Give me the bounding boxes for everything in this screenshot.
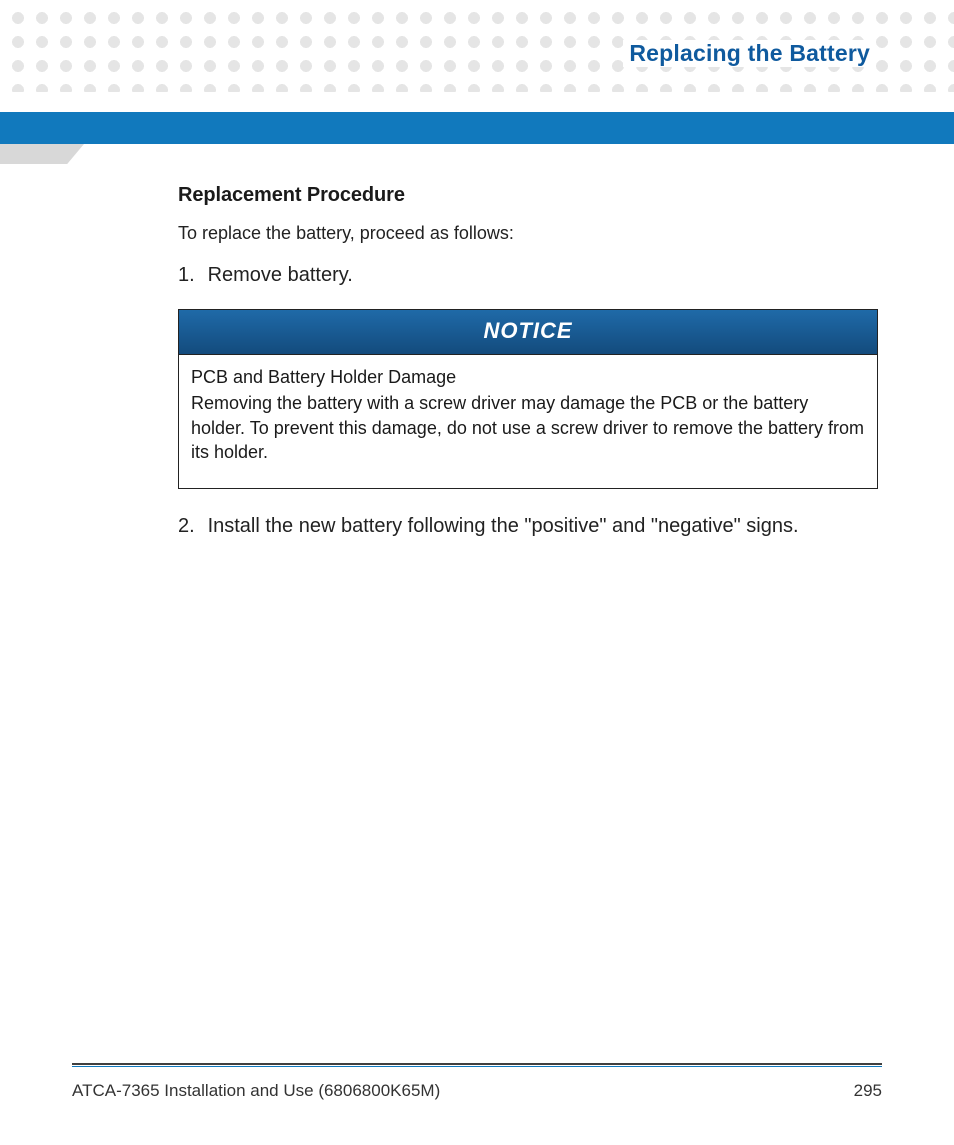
- header-grey-wedge: [0, 144, 84, 164]
- step-text: Remove battery.: [208, 264, 353, 286]
- footer-rule: [72, 1063, 882, 1065]
- section-title: Replacing the Battery: [623, 40, 876, 67]
- footer-rule-accent: [72, 1066, 882, 1067]
- notice-label: NOTICE: [179, 310, 877, 355]
- header-blue-bar: [0, 112, 954, 144]
- step-1: 1. Remove battery.: [178, 264, 878, 287]
- step-2: 2. Install the new battery following the…: [178, 515, 878, 538]
- notice-box: NOTICE PCB and Battery Holder Damage Rem…: [178, 309, 878, 489]
- step-number: 2.: [178, 515, 202, 538]
- page-content: Replacement Procedure To replace the bat…: [178, 184, 878, 560]
- page-footer: ATCA-7365 Installation and Use (6806800K…: [72, 1063, 882, 1101]
- document-page: Replacing the Battery Replacement Proced…: [0, 0, 954, 1145]
- notice-title: PCB and Battery Holder Damage: [191, 365, 865, 389]
- footer-page-number: 295: [854, 1081, 882, 1101]
- footer-doc-title: ATCA-7365 Installation and Use (6806800K…: [72, 1081, 440, 1101]
- subheading: Replacement Procedure: [178, 184, 878, 207]
- notice-text: Removing the battery with a screw driver…: [191, 393, 864, 462]
- intro-text: To replace the battery, proceed as follo…: [178, 223, 878, 244]
- step-number: 1.: [178, 264, 202, 287]
- step-text: Install the new battery following the "p…: [208, 515, 799, 537]
- notice-body: PCB and Battery Holder Damage Removing t…: [179, 355, 877, 488]
